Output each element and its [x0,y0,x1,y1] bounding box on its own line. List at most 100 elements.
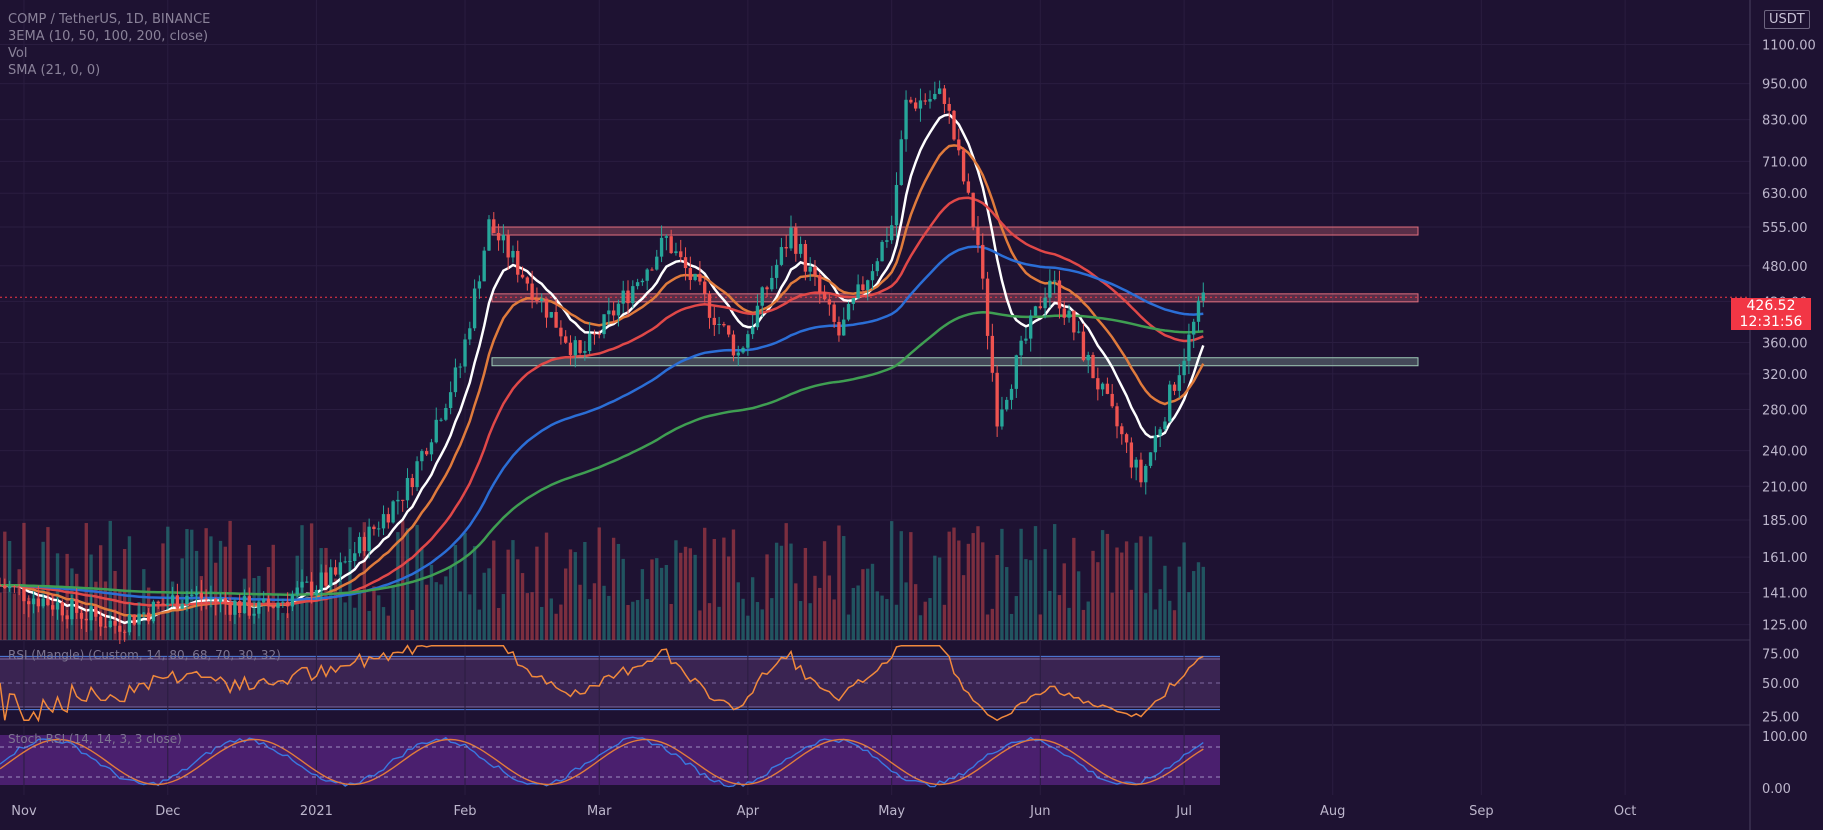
candle-body [573,340,577,356]
candle-body [1196,300,1201,322]
candle-body [156,601,160,604]
candle-body [204,598,208,600]
candle-body [717,323,721,325]
candle-body [472,288,477,329]
volume-bar [937,557,942,640]
time-tick-label: Jul [1175,804,1192,819]
volume-bar [564,568,568,640]
volume-bar [463,532,467,640]
volume-bar [794,583,798,640]
candle-body [918,100,923,109]
volume-bar [966,543,971,640]
candle-body [1124,434,1129,443]
candle-body [1005,399,1009,410]
volume-bar [492,540,496,640]
candle-body [218,598,223,603]
volume-bar [1029,560,1033,640]
candle-body [7,586,12,589]
volume-bar [204,528,208,640]
candle-body [1000,409,1004,427]
volume-bar [899,531,903,640]
candle-body [746,334,750,348]
ema-legend[interactable]: 3EMA (10, 50, 100, 200, close) [8,28,210,45]
volume-bar [990,608,995,640]
candle-body [1029,315,1033,339]
candle-body [818,275,822,293]
candle-body [12,586,17,588]
candle-body [1153,435,1158,453]
volume-bar [750,577,755,640]
currency-unit-button[interactable]: USDT [1764,10,1810,29]
candle-body [808,266,812,272]
volume-bar [573,552,577,640]
volume-bar [1000,528,1004,640]
volume-bar [511,540,515,640]
candle-body [961,150,966,182]
price-tick-label: 320.00 [1762,368,1808,383]
volume-bar [1024,559,1028,640]
price-tick-label: 185.00 [1762,514,1808,529]
candle-body [765,287,769,290]
candle-body [957,139,961,151]
volume-bar [923,601,927,640]
candle-body [803,243,808,272]
volume-bar [784,523,788,640]
rsi-legend[interactable]: RSI (Mangle) (Custom, 14, 80, 68, 70, 30… [8,648,281,662]
candle-body [357,536,362,554]
symbol-title[interactable]: COMP / TetherUS, 1D, BINANCE [8,11,210,28]
candle-body [985,278,990,336]
volume-bar [281,612,285,640]
price-tick-label: 950.00 [1762,78,1808,93]
candle-body [669,236,673,254]
candle-body [444,408,448,420]
candle-body [750,327,755,335]
volume-bar [453,544,458,640]
price-tick-label: 280.00 [1762,404,1808,419]
volume-bar [736,582,740,640]
volume-bar [468,594,472,640]
candle-body [846,303,851,320]
candle-body [214,598,218,603]
volume-bar [516,559,520,640]
candle-body [559,327,563,337]
volume-bar [913,584,918,640]
candle-body [1158,429,1162,436]
candle-body [300,581,304,588]
candle-body [889,225,894,241]
candle-body [127,614,132,633]
current-price-badge: 426.52 12:31:56 [1731,298,1811,330]
price-tick-label: 141.00 [1762,587,1808,602]
candle-body [885,240,889,242]
volume-bar [616,543,621,640]
candle-body [1144,465,1148,483]
volume-bar [995,555,999,640]
time-tick-label: Dec [155,804,180,819]
candle-body [252,613,256,616]
candle-body [276,602,280,608]
volume-bar [813,575,817,640]
sma-legend[interactable]: SMA (21, 0, 0) [8,62,210,79]
volume-bar [981,542,985,640]
candle-body [31,598,36,605]
volume-bar [314,600,319,640]
candle-body [487,219,491,251]
volume-bar [889,521,894,640]
volume-bar [851,587,856,640]
volume-bar [472,546,477,640]
candle-body [281,601,285,603]
volume-bar [357,592,362,640]
volume-bar [377,595,381,640]
candle-body [597,333,601,335]
volume-bar [477,609,482,640]
volume-bar [482,572,486,640]
volume-bar [530,592,534,640]
trading-chart[interactable]: 1100.00 950.00 830.00 710.00 630.00 555.00 480… [0,0,1823,830]
volume-legend[interactable]: Vol [8,45,210,62]
stoch-legend[interactable]: Stoch RSI (14, 14, 3, 3 close) [8,732,182,746]
candle-body [27,601,31,605]
candle-body [592,333,597,335]
candle-body [448,392,453,409]
candle-body [549,312,553,318]
candle-body [741,347,745,353]
volume-bar [674,540,678,640]
